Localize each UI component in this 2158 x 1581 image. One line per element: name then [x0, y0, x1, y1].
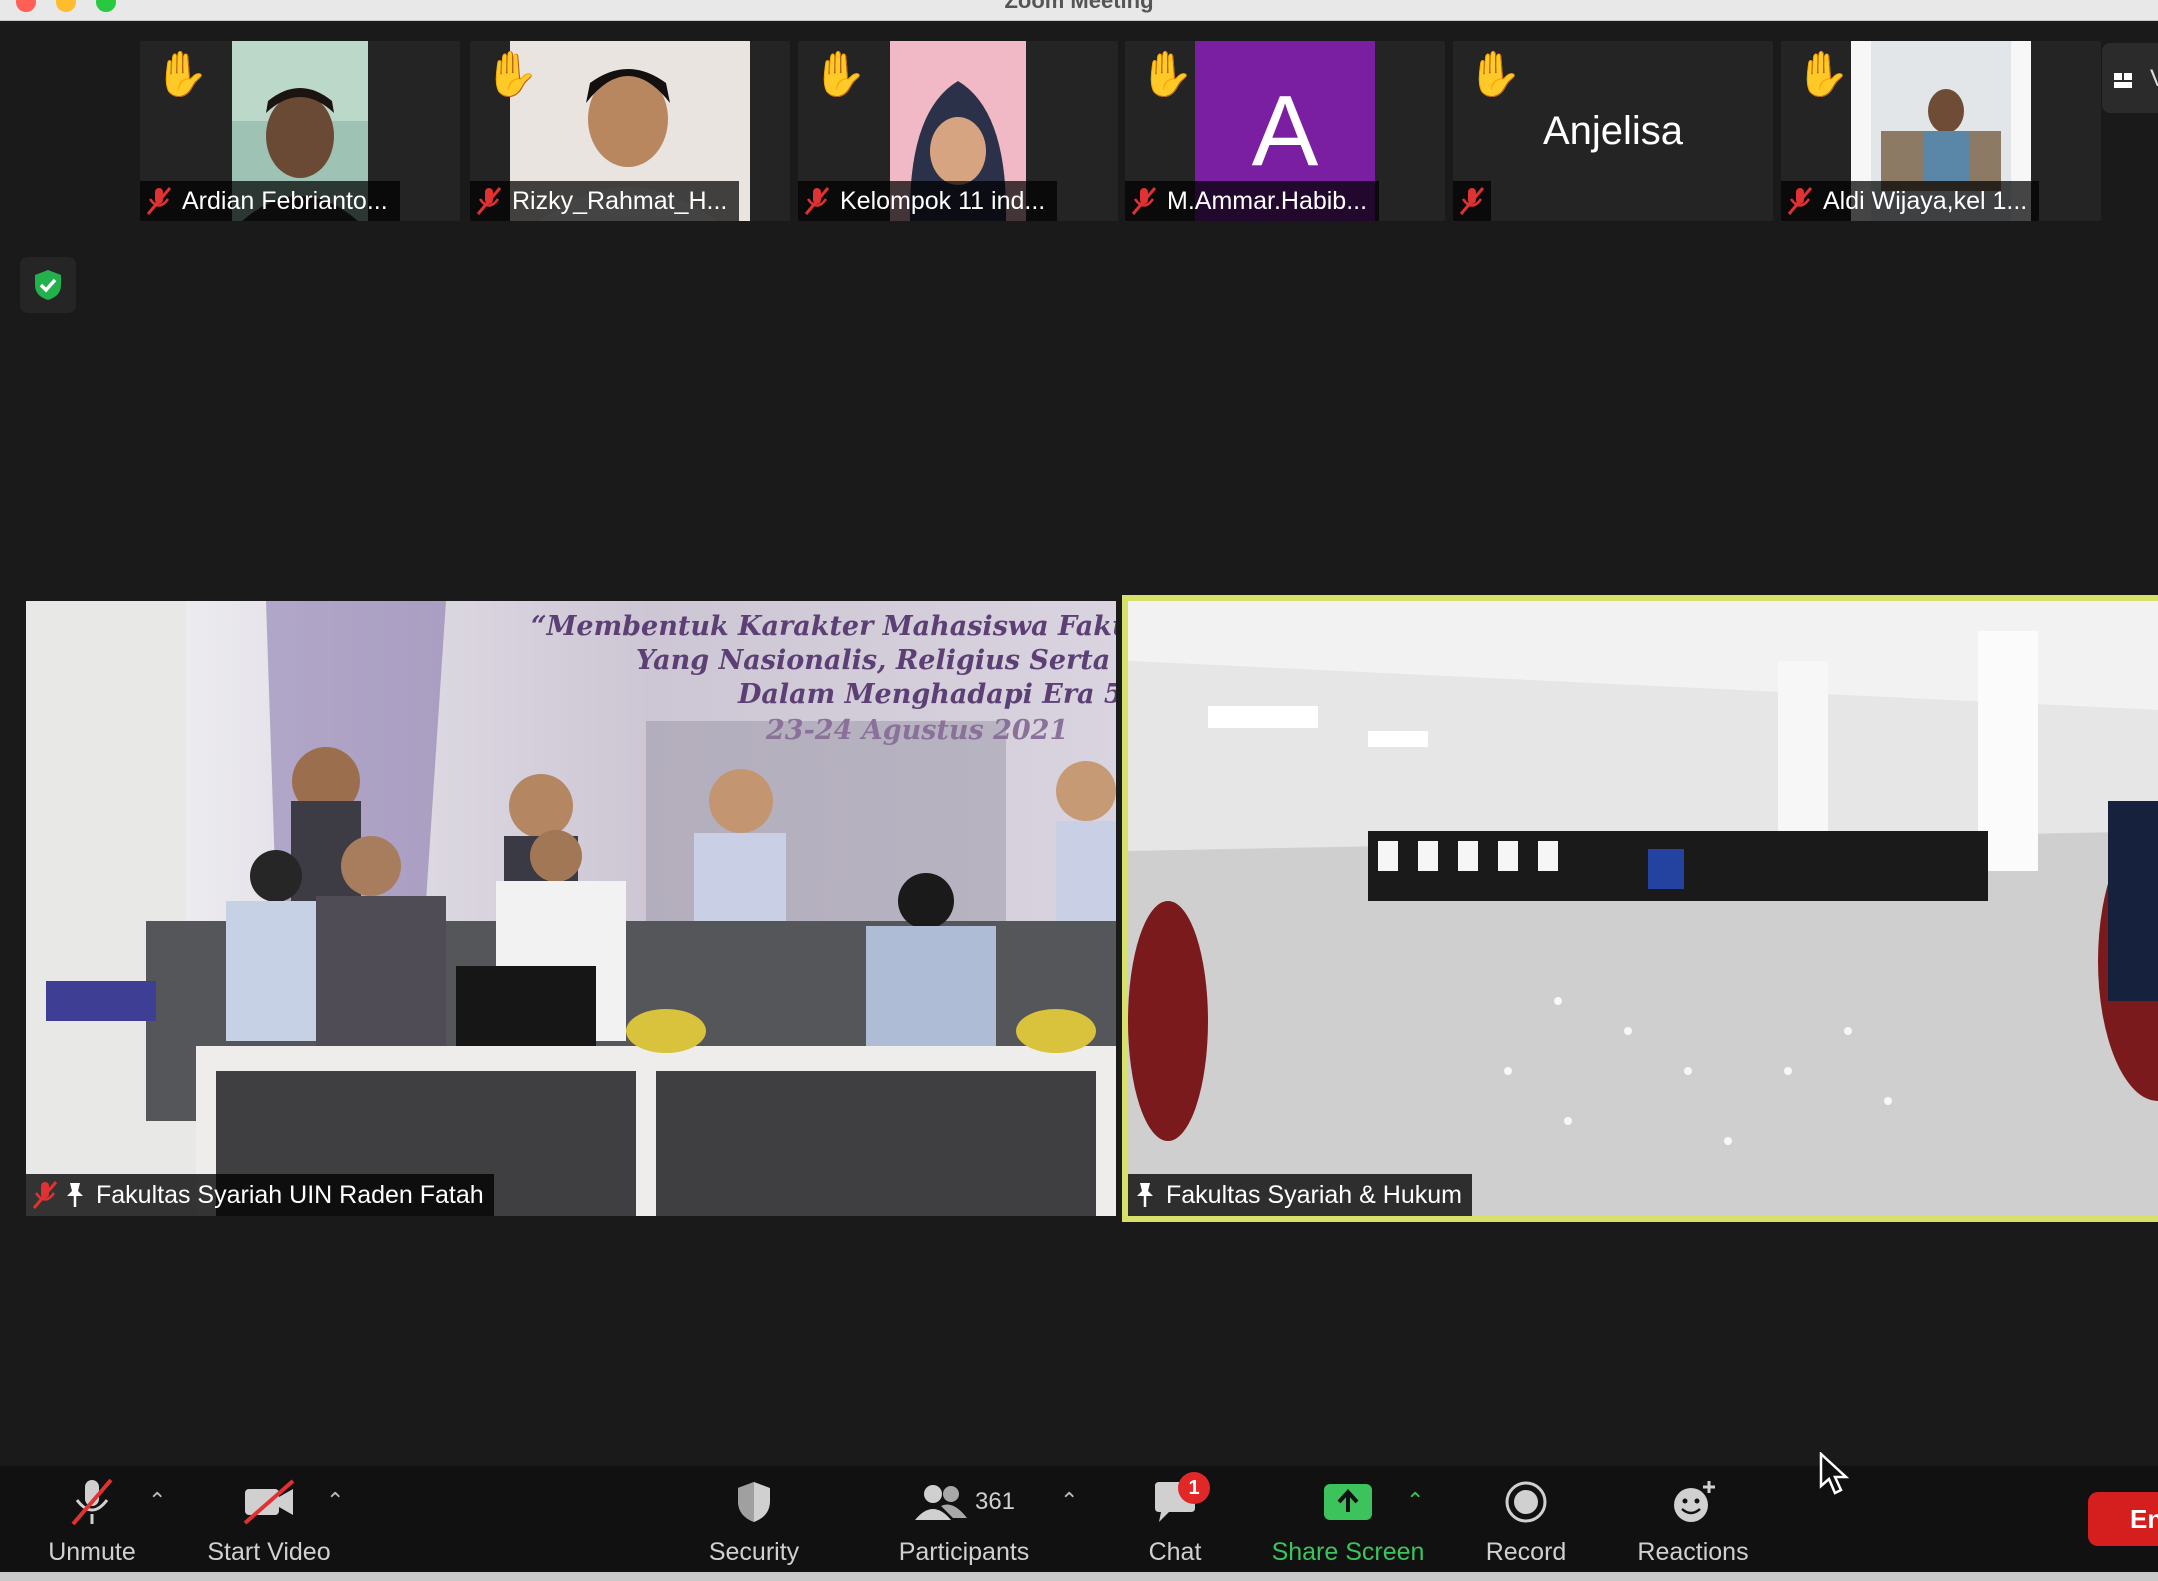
video-name-label: Fakultas Syariah & Hukum: [1128, 1174, 1472, 1216]
end-meeting-button[interactable]: En: [2088, 1492, 2158, 1546]
record-label: Record: [1485, 1538, 1567, 1566]
video-tile-main-right[interactable]: Fakultas Syariah & Hukum: [1122, 595, 2158, 1222]
share-screen-icon: [1324, 1484, 1372, 1520]
participant-name: Aldi Wijaya,kel 1...: [1823, 186, 2028, 215]
muted-mic-icon: [1131, 187, 1157, 215]
unmute-label: Unmute: [48, 1538, 136, 1566]
participant-name: Rizky_Rahmat_H...: [512, 186, 728, 215]
participant-name-label: Rizky_Rahmat_H...: [470, 181, 740, 221]
share-screen-label: Share Screen: [1271, 1538, 1425, 1566]
chat-unread-badge: 1: [1178, 1472, 1210, 1504]
participants-label: Participants: [898, 1538, 1030, 1566]
raised-hand-icon: ✋: [484, 50, 539, 99]
raised-hand-icon: ✋: [1467, 50, 1522, 99]
pin-icon: [1137, 1183, 1153, 1207]
add-reaction-icon: [1674, 1481, 1715, 1522]
share-options-caret[interactable]: ⌃: [1406, 1488, 1424, 1514]
muted-mic-icon: [146, 187, 172, 215]
muted-mic-icon: [476, 187, 502, 215]
participant-name: M.Ammar.Habib...: [1167, 186, 1368, 215]
start-video-button[interactable]: Start Video: [204, 1474, 334, 1574]
participants-count: 361: [974, 1488, 1016, 1515]
mouse-cursor-icon: [1819, 1452, 1850, 1495]
participant-name-label: Aldi Wijaya,kel 1...: [1781, 181, 2040, 221]
video-participant-name: Fakultas Syariah & Hukum: [1166, 1180, 1462, 1209]
unmute-button[interactable]: Unmute: [44, 1474, 140, 1574]
view-button[interactable]: V: [2102, 43, 2158, 113]
video-feed: [1128, 601, 2158, 1216]
participants-icon: [914, 1485, 967, 1520]
video-off-icon: [243, 1479, 295, 1525]
muted-mic-icon: [71, 1478, 113, 1526]
audio-options-caret[interactable]: ⌃: [148, 1488, 166, 1514]
shield-check-icon: [35, 270, 61, 300]
window-title: Zoom Meeting: [1004, 0, 1154, 13]
pin-icon: [67, 1183, 83, 1207]
muted-mic-icon: [804, 187, 830, 215]
participant-tile[interactable]: ✋ Kelompok 11 ind...: [798, 41, 1118, 221]
banner-text-line: Dalam Menghadapi Era 5.0”: [738, 679, 1116, 710]
participant-name-label: [1453, 181, 1491, 221]
participant-tile[interactable]: A ✋ M.Ammar.Habib...: [1125, 41, 1445, 221]
participants-options-caret[interactable]: ⌃: [1060, 1488, 1078, 1514]
muted-mic-icon: [32, 1181, 58, 1209]
raised-hand-icon: ✋: [812, 50, 867, 99]
share-screen-button[interactable]: Share Screen: [1268, 1474, 1428, 1574]
muted-mic-icon: [1787, 187, 1813, 215]
participant-name: Ardian Febrianto...: [182, 186, 388, 215]
security-label: Security: [708, 1538, 800, 1566]
encryption-shield-button[interactable]: [20, 257, 76, 313]
shield-icon: [738, 1482, 770, 1522]
muted-mic-icon: [1459, 187, 1485, 215]
participant-name: Kelompok 11 ind...: [840, 186, 1046, 215]
participants-button[interactable]: 361 Participants: [894, 1474, 1034, 1574]
video-participant-name: Fakultas Syariah UIN Raden Fatah: [96, 1180, 484, 1209]
chat-label: Chat: [1148, 1538, 1202, 1566]
banner-text-line: Yang Nasionalis, Religius Serta Berin: [636, 645, 1116, 676]
participant-tile[interactable]: ✋ Rizky_Rahmat_H...: [470, 41, 790, 221]
raised-hand-icon: ✋: [1795, 50, 1850, 99]
video-name-label: Fakultas Syariah UIN Raden Fatah: [26, 1174, 494, 1216]
participant-tile[interactable]: ✋ Aldi Wijaya,kel 1...: [1781, 41, 2101, 221]
banner-text-line: 23-24 Agustus 2021: [766, 715, 1069, 746]
participant-name-label: Ardian Febrianto...: [140, 181, 400, 221]
participant-tile[interactable]: ✋ Ardian Febrianto...: [140, 41, 460, 221]
participant-tile[interactable]: Anjelisa ✋: [1453, 41, 1773, 221]
participant-name-label: M.Ammar.Habib...: [1125, 181, 1380, 221]
raised-hand-icon: ✋: [154, 50, 209, 99]
participant-name-label: Kelompok 11 ind...: [798, 181, 1058, 221]
record-icon: [1505, 1481, 1547, 1523]
start-video-label: Start Video: [207, 1538, 331, 1566]
record-button[interactable]: Record: [1484, 1474, 1568, 1574]
banner-text-line: “Membentuk Karakter Mahasiswa Fakultas S…: [531, 611, 1116, 642]
window-titlebar: Zoom Meeting: [0, 0, 2158, 21]
window-bottom-edge: [0, 1572, 2158, 1581]
reactions-button[interactable]: Reactions: [1634, 1474, 1752, 1574]
raised-hand-icon: ✋: [1139, 50, 1194, 99]
meeting-stage: ✋ Ardian Febrianto... ✋ Rizky_Rahmat_H..…: [0, 21, 2158, 1466]
security-button[interactable]: Security: [704, 1474, 804, 1574]
video-tile-main-left[interactable]: “Membentuk Karakter Mahasiswa Fakultas S…: [26, 601, 1116, 1216]
view-label: V: [2150, 65, 2158, 93]
reactions-label: Reactions: [1637, 1538, 1749, 1566]
video-options-caret[interactable]: ⌃: [326, 1488, 344, 1514]
